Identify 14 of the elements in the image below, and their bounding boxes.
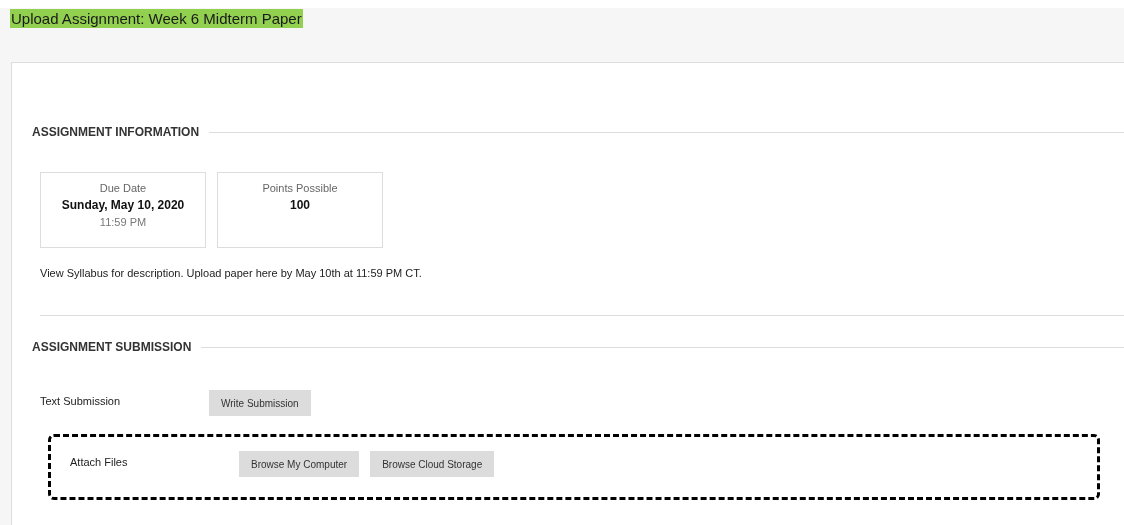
card-detail: 11:59 PM [99, 216, 147, 228]
card-value: Sunday, May 10, 2020 [61, 198, 185, 212]
card-value: 100 [290, 198, 310, 212]
card-label: Due Date [99, 182, 147, 194]
submission-button[interactable]: Browse Cloud Storage [370, 451, 495, 477]
field-label: Text Submission [40, 395, 121, 407]
submission-button[interactable]: Browse My Computer [239, 451, 360, 477]
section-heading: ASSIGNMENT SUBMISSION [32, 340, 192, 354]
page-title: Upload Assignment: Week 6 Midterm Paper [10, 9, 303, 28]
description-text: View Syllabus for description. Upload paper here by May 10th at 11:59 PM CT. [40, 267, 423, 279]
section-heading: ASSIGNMENT INFORMATION [32, 125, 200, 139]
field-label: Attach Files [70, 456, 128, 468]
submission-button[interactable]: Write Submission [209, 390, 311, 416]
card-label: Points Possible [262, 182, 338, 194]
